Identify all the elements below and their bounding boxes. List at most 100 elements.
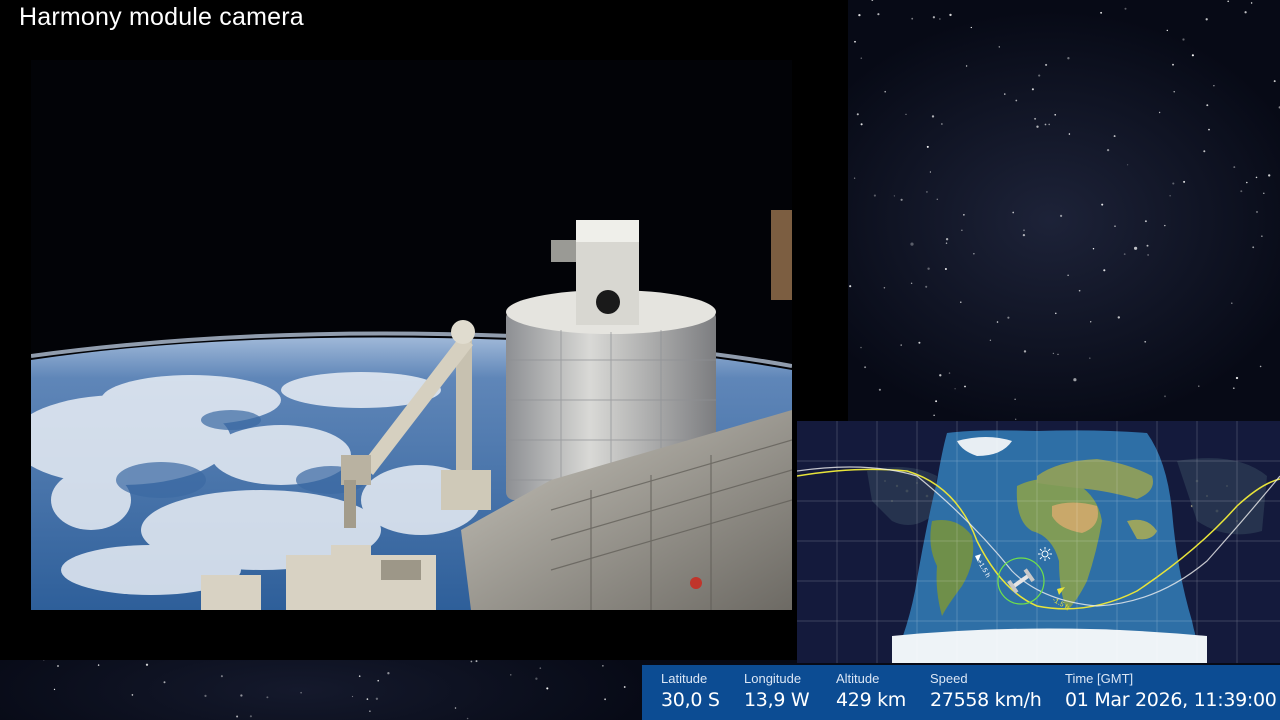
star <box>948 372 951 374</box>
star <box>1240 190 1243 193</box>
star <box>220 675 223 678</box>
star <box>1246 181 1248 184</box>
latitude-label: Latitude <box>661 671 708 686</box>
speed-readout: Speed 27558 km/h <box>930 671 1042 711</box>
star <box>1273 80 1276 83</box>
iss-tracker-map[interactable]: +1.5 h -1.5 h <box>797 421 1280 663</box>
speed-value: 27558 km/h <box>930 689 1042 711</box>
altitude-value: 429 km <box>836 689 907 711</box>
star <box>131 694 134 696</box>
star <box>240 694 243 697</box>
star <box>1255 176 1258 179</box>
star <box>963 214 965 216</box>
latitude-value: 30,0 S <box>661 689 720 711</box>
longitude-value: 13,9 W <box>744 689 810 711</box>
star <box>996 321 999 323</box>
star <box>1268 174 1271 177</box>
star <box>1213 85 1215 87</box>
telemetry-bar: Latitude 30,0 S Longitude 13,9 W Altitud… <box>642 665 1280 720</box>
longitude-label: Longitude <box>744 671 802 686</box>
star <box>1144 340 1147 343</box>
star <box>1232 387 1235 390</box>
star <box>1227 0 1230 3</box>
star <box>860 57 863 59</box>
star <box>900 198 903 201</box>
star <box>369 710 371 712</box>
star <box>1208 128 1210 131</box>
star <box>1183 180 1186 183</box>
star <box>266 696 269 699</box>
star <box>1048 123 1050 126</box>
star <box>1012 211 1015 214</box>
star <box>849 285 852 288</box>
altitude-readout: Altitude 429 km <box>836 671 906 711</box>
star <box>911 17 914 20</box>
star <box>1100 11 1103 14</box>
star <box>546 687 549 690</box>
star <box>1045 63 1048 66</box>
star <box>351 695 354 698</box>
star <box>300 691 302 694</box>
star <box>1059 214 1063 218</box>
star <box>932 16 936 19</box>
star <box>366 698 369 700</box>
star <box>900 344 902 346</box>
star <box>877 13 880 16</box>
star <box>939 374 942 377</box>
star <box>1182 38 1185 41</box>
star <box>1101 203 1104 206</box>
star <box>944 267 947 271</box>
star <box>927 267 930 270</box>
star <box>939 18 941 20</box>
altitude-label: Altitude <box>836 671 880 686</box>
star <box>905 113 907 116</box>
star <box>535 677 538 680</box>
star <box>860 346 862 349</box>
star <box>941 123 943 125</box>
star <box>936 198 939 201</box>
star <box>1164 395 1166 398</box>
star <box>1055 312 1057 315</box>
star <box>1004 93 1006 95</box>
star <box>973 253 975 255</box>
star <box>1067 274 1069 276</box>
star <box>1206 104 1209 107</box>
star <box>878 388 881 391</box>
star <box>1044 123 1047 126</box>
star <box>1038 74 1041 77</box>
star <box>883 286 886 289</box>
star <box>510 674 512 676</box>
star <box>204 694 207 698</box>
star <box>1078 289 1081 292</box>
star <box>925 285 928 288</box>
star <box>935 400 938 403</box>
star <box>236 715 239 718</box>
star <box>926 145 929 148</box>
star <box>1089 357 1091 359</box>
star <box>1203 150 1206 153</box>
star <box>1250 2 1253 4</box>
star <box>1144 220 1147 223</box>
latitude-readout: Latitude 30,0 S <box>661 671 720 711</box>
star <box>1023 229 1025 232</box>
star <box>1036 125 1039 128</box>
iss-exterior-scene <box>31 60 792 610</box>
star <box>1191 54 1194 57</box>
world-map: +1.5 h -1.5 h <box>797 421 1280 663</box>
star <box>53 688 56 691</box>
star <box>1172 63 1174 66</box>
star <box>1166 29 1169 32</box>
star <box>377 679 380 682</box>
star <box>1054 113 1057 116</box>
star <box>1235 376 1239 380</box>
star <box>97 664 100 666</box>
star <box>1034 117 1037 120</box>
star <box>961 229 963 231</box>
star <box>965 65 968 67</box>
camera-video[interactable] <box>31 60 792 610</box>
star <box>960 301 962 303</box>
star <box>970 26 972 29</box>
star <box>1022 233 1026 237</box>
star <box>1113 135 1116 138</box>
star <box>454 707 457 709</box>
